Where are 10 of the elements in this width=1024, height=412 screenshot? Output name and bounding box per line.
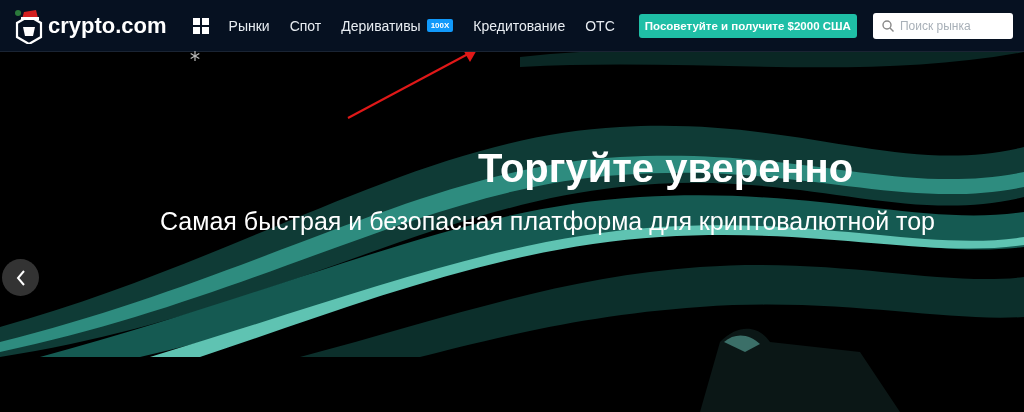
nav-link[interactable]: Рынки — [228, 17, 270, 34]
nav-link[interactable]: Спот — [289, 17, 322, 34]
hero-subtitle: Самая быстрая и безопасная платформа для криптовалютной тор — [160, 207, 936, 236]
badge: 100X — [426, 19, 454, 32]
nav-link[interactable]: Кредитование — [473, 17, 566, 34]
logo-text[interactable]: crypto.com — [48, 12, 167, 39]
nav-link[interactable]: OTC — [585, 17, 615, 34]
nav-link[interactable]: Деривативы — [341, 17, 421, 34]
search-field[interactable]: Поиск рынка — [872, 12, 1013, 39]
hero-title: Торгуйте уверенно — [478, 146, 854, 191]
